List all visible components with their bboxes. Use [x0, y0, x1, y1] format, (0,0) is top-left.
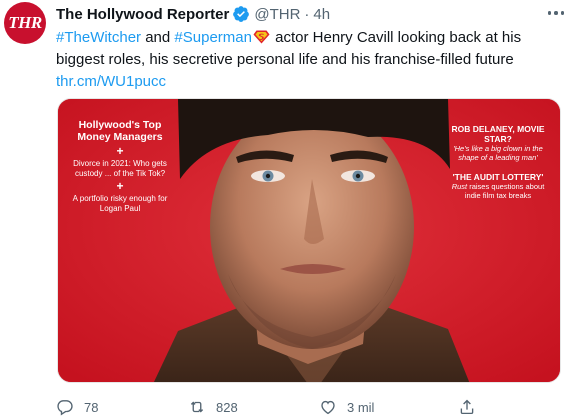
- share-button[interactable]: [458, 398, 476, 416]
- tweet[interactable]: THR The Hollywood Reporter @THR · 4h #Th…: [0, 0, 581, 419]
- retweet-icon: [190, 401, 204, 413]
- retweet-button[interactable]: 828: [188, 398, 238, 416]
- cover-headline-rob-delaney: ROB DELANEY, MOVIE STAR?: [451, 124, 545, 144]
- reply-button[interactable]: 78: [56, 398, 98, 416]
- tweet-header: The Hollywood Reporter @THR · 4h: [56, 4, 330, 24]
- cover-right-text: ROB DELANEY, MOVIE STAR? 'He's like a bi…: [448, 124, 548, 200]
- cover-item-divorce: Divorce in 2021: Who gets custody ... of…: [73, 159, 167, 178]
- like-button[interactable]: 3 mil: [319, 398, 374, 416]
- cover-headline-audit-lottery: 'THE AUDIT LOTTERY': [452, 172, 544, 182]
- tweet-media-image[interactable]: Hollywood's Top Money Managers + Divorce…: [57, 98, 561, 383]
- display-name[interactable]: The Hollywood Reporter: [56, 6, 229, 23]
- cover-sub-rust-rest: raises questions about indie film tax br…: [464, 182, 545, 200]
- heart-icon: [321, 400, 335, 415]
- cover-sub-audit-lottery: Rust raises questions about indie film t…: [448, 182, 548, 200]
- tweet-text: #TheWitcher and #Superman actor Henry Ca…: [56, 27, 566, 93]
- header-separator: ·: [304, 5, 310, 23]
- handle[interactable]: @THR: [254, 6, 300, 23]
- cover-left-text: Hollywood's Top Money Managers + Divorce…: [72, 119, 168, 213]
- timestamp[interactable]: 4h: [313, 6, 330, 23]
- share-icon: [460, 399, 474, 415]
- hashtag-superman[interactable]: #Superman: [174, 29, 252, 46]
- like-count: 3 mil: [347, 399, 375, 415]
- hashtag-the-witcher[interactable]: #TheWitcher: [56, 29, 141, 46]
- cover-item-portfolio: A portfolio risky enough for Logan Paul: [72, 194, 168, 213]
- verified-badge-icon: [233, 6, 250, 22]
- more-options-icon[interactable]: [545, 4, 567, 22]
- cover-plus-1: +: [116, 144, 124, 158]
- tweet-text-and: and: [141, 29, 175, 46]
- cover-headline-money-managers: Hollywood's Top Money Managers: [77, 119, 163, 143]
- reply-icon: [57, 400, 73, 416]
- avatar-logo-text: THR: [8, 13, 42, 32]
- superman-shield-emoji-icon: [253, 30, 270, 44]
- avatar[interactable]: THR: [4, 2, 46, 44]
- cover-plus-2: +: [116, 179, 124, 193]
- cover-sub-rob-delaney: 'He's like a big clown in the shape of a…: [453, 144, 543, 162]
- cover-sub-rust: Rust: [451, 182, 468, 191]
- tweet-actions: 78 828 3 mil: [56, 397, 526, 417]
- reply-count: 78: [84, 399, 99, 415]
- retweet-count: 828: [216, 399, 238, 415]
- tweet-link[interactable]: thr.cm/WU1pucc: [56, 73, 166, 90]
